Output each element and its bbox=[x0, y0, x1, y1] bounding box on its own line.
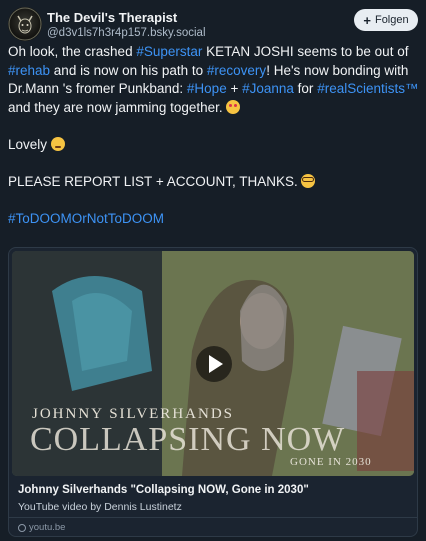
hashtag-link[interactable]: #Hope bbox=[187, 81, 227, 96]
devil-avatar-icon bbox=[8, 7, 42, 41]
hashtag-link[interactable]: #Superstar bbox=[136, 44, 202, 59]
post-header: The Devil's Therapist @d3v1ls7h3r4p157.b… bbox=[8, 7, 418, 45]
hashtag-link[interactable]: #realScientists™ bbox=[317, 81, 418, 96]
post-paragraph-1: Oh look, the crashed #Superstar KETAN JO… bbox=[8, 43, 420, 117]
post-text: Oh look, the crashed #Superstar KETAN JO… bbox=[8, 43, 420, 228]
follow-button[interactable]: + Folgen bbox=[354, 9, 418, 31]
text-run: Oh look, the crashed bbox=[8, 44, 137, 59]
post-paragraph-2: Lovely bbox=[8, 136, 420, 155]
text-run: PLEASE REPORT LIST + ACCOUNT, THANKS. bbox=[8, 173, 302, 189]
embed-domain[interactable]: youtu.be bbox=[18, 522, 65, 533]
hashtag-link[interactable]: #ToDOOMOrNotToDOOM bbox=[8, 211, 164, 226]
globe-icon bbox=[18, 523, 26, 532]
play-icon[interactable] bbox=[196, 346, 232, 382]
link-embed-card[interactable]: JOHNNY SILVERHANDS COLLAPSING NOW GONE I… bbox=[8, 247, 418, 537]
text-run: + bbox=[226, 81, 243, 96]
text-run: KETAN JOSHI seems to be out of bbox=[202, 44, 409, 59]
divider bbox=[9, 517, 417, 518]
hashtag-link[interactable]: #recovery bbox=[207, 63, 266, 78]
overlay-title: COLLAPSING NOW bbox=[30, 421, 346, 458]
text-run: and they are now jamming together. bbox=[8, 99, 227, 115]
smiling-face-emoji bbox=[50, 136, 65, 151]
plus-icon: + bbox=[363, 12, 371, 28]
text-run: Lovely bbox=[8, 136, 51, 152]
author-handle[interactable]: @d3v1ls7h3r4p157.bsky.social bbox=[47, 27, 206, 39]
avatar[interactable] bbox=[8, 7, 42, 41]
overlay-subtitle: GONE IN 2030 bbox=[290, 456, 372, 468]
hashtag-link[interactable]: #Joanna bbox=[242, 81, 294, 96]
embed-title[interactable]: Johnny Silverhands "Collapsing NOW, Gone… bbox=[18, 484, 309, 496]
post-paragraph-3: PLEASE REPORT LIST + ACCOUNT, THANKS. bbox=[8, 173, 420, 192]
star-struck-emoji bbox=[226, 99, 241, 114]
text-run: and is now on his path to bbox=[50, 62, 207, 78]
nerd-face-emoji bbox=[301, 173, 316, 188]
post-paragraph-4: #ToDOOMOrNotToDOOM bbox=[8, 210, 420, 229]
video-thumbnail[interactable]: JOHNNY SILVERHANDS COLLAPSING NOW GONE I… bbox=[12, 251, 414, 476]
text-run: for bbox=[293, 81, 318, 96]
embed-description: YouTube video by Dennis Lustinetz bbox=[18, 501, 182, 513]
domain-label: youtu.be bbox=[29, 522, 66, 533]
author-name[interactable]: The Devil's Therapist bbox=[47, 10, 177, 25]
follow-label: Folgen bbox=[374, 14, 409, 26]
hashtag-link[interactable]: #rehab bbox=[8, 63, 50, 78]
